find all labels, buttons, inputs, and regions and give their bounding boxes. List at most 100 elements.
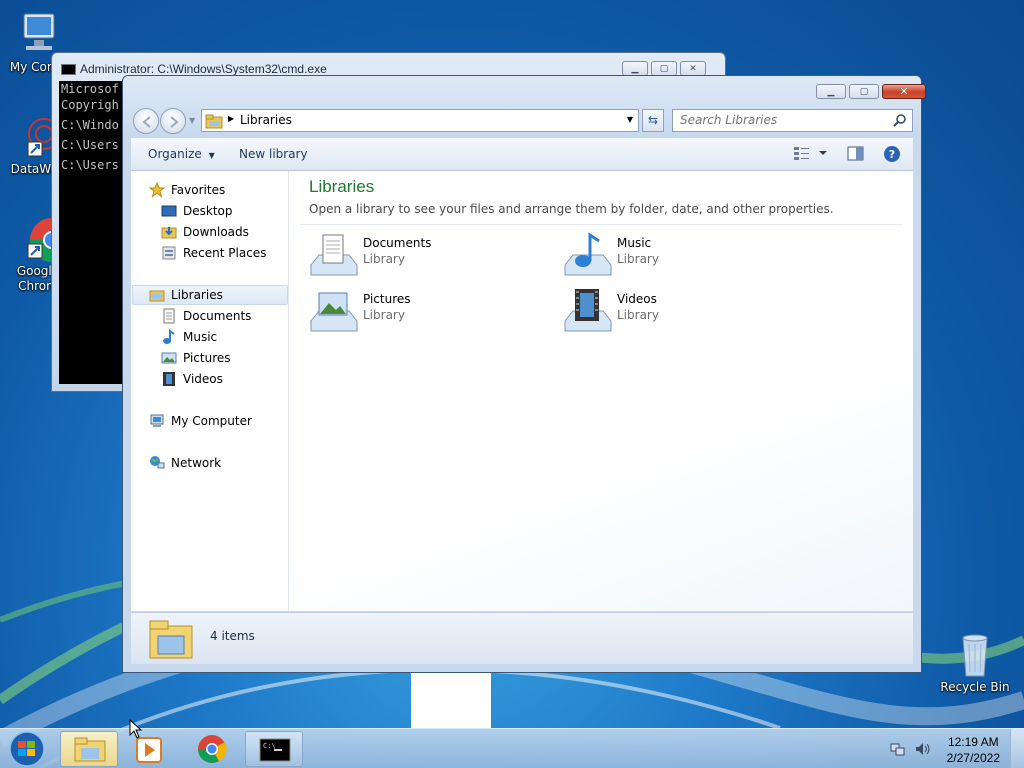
library-name: Documents — [363, 236, 432, 250]
nav-label: Libraries — [171, 288, 223, 302]
search-box[interactable] — [672, 109, 913, 132]
network-icon — [149, 455, 165, 471]
details-pane: 4 items — [131, 612, 913, 664]
computer-icon — [149, 413, 165, 429]
cmd-icon — [61, 64, 76, 75]
desktop-icon — [161, 203, 177, 219]
help-button[interactable]: ? — [883, 145, 901, 166]
change-view-button[interactable] — [793, 145, 827, 164]
libraries-folder-icon — [149, 620, 193, 659]
library-type: Library — [617, 252, 659, 266]
nav-label: Network — [171, 456, 222, 470]
maximize-button[interactable]: ▢ — [849, 84, 879, 99]
library-name: Videos — [617, 292, 657, 306]
cmd-caption-buttons: ▁ ▢ ✕ — [622, 61, 706, 76]
documents-library-icon — [309, 231, 359, 281]
taskbar: C:\ 12:19 AM 2/27/2022 — [0, 728, 1024, 768]
videos-library-icon — [563, 287, 613, 337]
minimize-button[interactable]: ▁ — [622, 61, 648, 76]
navigation-bar: ▼ ▶ Libraries ▼ ⇆ — [131, 106, 913, 134]
music-library-icon — [563, 231, 613, 281]
nav-item-recent-places[interactable]: Recent Places — [161, 243, 266, 263]
folder-icon — [74, 737, 106, 762]
network-status-icon[interactable] — [890, 741, 906, 757]
libraries-folder-icon — [205, 114, 223, 129]
library-name: Music — [617, 236, 652, 250]
nav-label: Desktop — [183, 204, 233, 218]
search-icon[interactable] — [893, 114, 907, 128]
pictures-icon — [161, 350, 177, 366]
page-description: Open a library to see your files and arr… — [309, 202, 834, 216]
back-arrow-icon — [142, 116, 151, 128]
nav-label: Documents — [183, 309, 252, 323]
chevron-down-icon: ▼ — [208, 151, 215, 160]
mouse-cursor-icon — [129, 719, 143, 739]
navigation-pane: Favorites Desktop Downloads Recent Place… — [131, 171, 289, 611]
nav-item-videos[interactable]: Videos — [161, 369, 223, 389]
libraries-icon — [149, 287, 165, 303]
new-library-button[interactable]: New library — [239, 147, 308, 161]
nav-item-network[interactable]: Network — [149, 453, 221, 473]
downloads-folder-icon — [161, 224, 177, 240]
nav-item-favorites[interactable]: Favorites — [148, 180, 225, 200]
nav-item-libraries[interactable]: Libraries — [149, 285, 223, 305]
recent-pages-chevron-icon[interactable]: ▼ — [189, 116, 195, 125]
search-input[interactable] — [673, 110, 883, 130]
library-item-pictures[interactable]: Pictures Library — [309, 287, 549, 337]
address-bar[interactable]: ▶ Libraries ▼ — [201, 109, 639, 132]
close-button[interactable]: ✕ — [882, 84, 926, 99]
organize-button[interactable]: Organize ▼ — [148, 147, 215, 161]
help-icon: ? — [884, 146, 900, 162]
volume-icon[interactable] — [914, 741, 932, 757]
maximize-button[interactable]: ▢ — [651, 61, 677, 76]
cmd-window-title: Administrator: C:\Windows\System32\cmd.e… — [80, 62, 327, 76]
refresh-button[interactable]: ⇆ — [642, 109, 664, 132]
breadcrumb-separator-icon[interactable]: ▶ — [228, 114, 234, 123]
nav-item-pictures[interactable]: Pictures — [161, 348, 231, 368]
view-options-icon — [794, 147, 827, 160]
chrome-icon — [198, 735, 227, 763]
library-type: Library — [617, 308, 659, 322]
cmd-icon: C:\ — [259, 738, 291, 762]
close-button[interactable]: ✕ — [680, 61, 706, 76]
start-button[interactable] — [5, 729, 49, 768]
nav-label: Downloads — [183, 225, 249, 239]
forward-button[interactable] — [160, 108, 186, 134]
nav-item-desktop[interactable]: Desktop — [161, 201, 233, 221]
taskbar-cmd[interactable]: C:\ — [245, 731, 303, 767]
nav-label: Music — [183, 330, 218, 344]
nav-label: Pictures — [183, 351, 231, 365]
explorer-window[interactable]: ▁ ▢ ✕ ▼ ▶ Libraries ▼ ⇆ Organize ▼ New l… — [122, 75, 926, 673]
page-title: Libraries — [309, 177, 375, 196]
taskbar-explorer[interactable] — [60, 731, 118, 767]
recycle-bin-icon — [951, 630, 999, 678]
library-type: Library — [363, 252, 405, 266]
windows-orb-icon — [9, 731, 45, 767]
address-text[interactable]: Libraries — [240, 113, 292, 127]
library-item-videos[interactable]: Videos Library — [563, 287, 803, 337]
desktop-icon-recycle-bin[interactable]: Recycle Bin — [937, 630, 1013, 695]
refresh-icon: ⇆ — [647, 113, 659, 127]
nav-label: My Computer — [171, 414, 252, 428]
library-item-music[interactable]: Music Library — [563, 231, 803, 281]
nav-item-my-computer[interactable]: My Computer — [149, 411, 252, 431]
pictures-library-icon — [309, 287, 359, 337]
address-dropdown-icon[interactable]: ▼ — [627, 115, 633, 124]
preview-pane-button[interactable] — [847, 146, 865, 165]
desktop-icon-label: Recycle Bin — [940, 680, 1010, 694]
taskbar-chrome[interactable] — [183, 731, 241, 767]
back-button[interactable] — [133, 108, 159, 134]
preview-pane-icon — [847, 146, 864, 161]
show-desktop-button[interactable] — [1010, 729, 1024, 768]
forward-arrow-icon — [170, 116, 179, 128]
minimize-button[interactable]: ▁ — [816, 84, 846, 99]
nav-item-downloads[interactable]: Downloads — [161, 222, 249, 242]
explorer-content: Favorites Desktop Downloads Recent Place… — [131, 171, 913, 611]
library-item-documents[interactable]: Documents Library — [309, 231, 549, 281]
library-name: Pictures — [363, 292, 411, 306]
command-bar: Organize ▼ New library ? — [131, 138, 913, 171]
nav-item-documents[interactable]: Documents — [161, 306, 251, 326]
nav-item-music[interactable]: Music — [161, 327, 217, 347]
music-icon — [161, 329, 177, 345]
system-clock[interactable]: 12:19 AM 2/27/2022 — [947, 734, 1000, 766]
